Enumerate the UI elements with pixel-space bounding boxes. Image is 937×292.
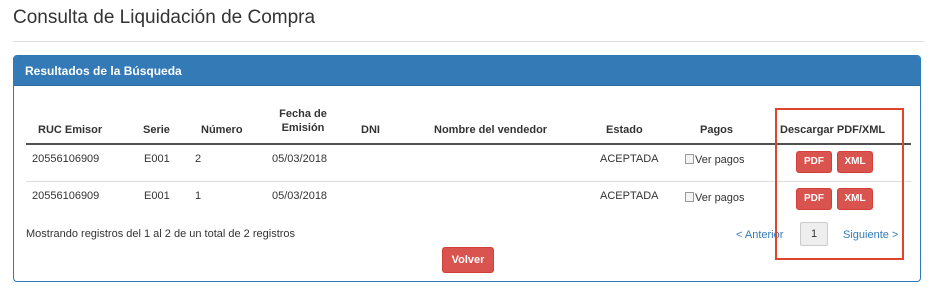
col-header-fecha[interactable]: Fecha de Emisión: [276, 107, 330, 135]
cell-ruc: 20556106909: [32, 190, 100, 202]
cell-ruc: 20556106909: [32, 153, 100, 165]
pagination-next[interactable]: Siguiente >: [843, 229, 898, 241]
row-divider: [26, 181, 911, 182]
col-header-vendedor[interactable]: Nombre del vendedor: [434, 123, 547, 137]
panel-heading: Resultados de la Búsqueda: [14, 56, 920, 86]
ver-pagos-link[interactable]: Ver pagos: [685, 191, 745, 205]
cell-estado: ACEPTADA: [600, 190, 659, 202]
col-header-dni[interactable]: DNI: [361, 123, 380, 137]
cell-numero: 2: [195, 153, 202, 165]
ver-pagos-alt: Ver pagos: [695, 192, 745, 204]
title-divider: [13, 41, 924, 42]
xml-button[interactable]: XML: [837, 151, 873, 173]
records-info: Mostrando registros del 1 al 2 de un tot…: [26, 228, 296, 240]
cell-fecha: 05/03/2018: [272, 190, 328, 202]
ver-pagos-link[interactable]: Ver pagos: [685, 153, 745, 167]
col-header-descargar[interactable]: Descargar PDF/XML: [780, 123, 885, 137]
pagination-prev[interactable]: < Anterior: [736, 229, 783, 241]
col-header-estado[interactable]: Estado: [606, 123, 643, 137]
ver-pagos-alt: Ver pagos: [695, 154, 745, 166]
page-title: Consulta de Liquidación de Compra: [13, 7, 316, 28]
col-header-numero[interactable]: Número: [201, 123, 243, 137]
cell-serie: E001: [144, 190, 170, 202]
col-header-fecha-line1: Fecha de: [279, 108, 327, 120]
pdf-button[interactable]: PDF: [796, 151, 832, 173]
cell-fecha: 05/03/2018: [272, 153, 328, 165]
cell-numero: 1: [195, 190, 202, 202]
col-header-ruc[interactable]: RUC Emisor: [38, 123, 102, 137]
col-header-pagos[interactable]: Pagos: [700, 123, 733, 137]
broken-image-icon: [685, 154, 694, 164]
pagination-current[interactable]: 1: [800, 222, 828, 246]
col-header-fecha-line2: Emisión: [281, 122, 325, 134]
col-header-serie[interactable]: Serie: [143, 123, 170, 137]
broken-image-icon: [685, 192, 694, 202]
pdf-button[interactable]: PDF: [796, 188, 832, 210]
volver-button[interactable]: Volver: [442, 247, 494, 273]
table-header-divider: [26, 143, 911, 145]
xml-button[interactable]: XML: [837, 188, 873, 210]
cell-serie: E001: [144, 153, 170, 165]
cell-estado: ACEPTADA: [600, 153, 659, 165]
